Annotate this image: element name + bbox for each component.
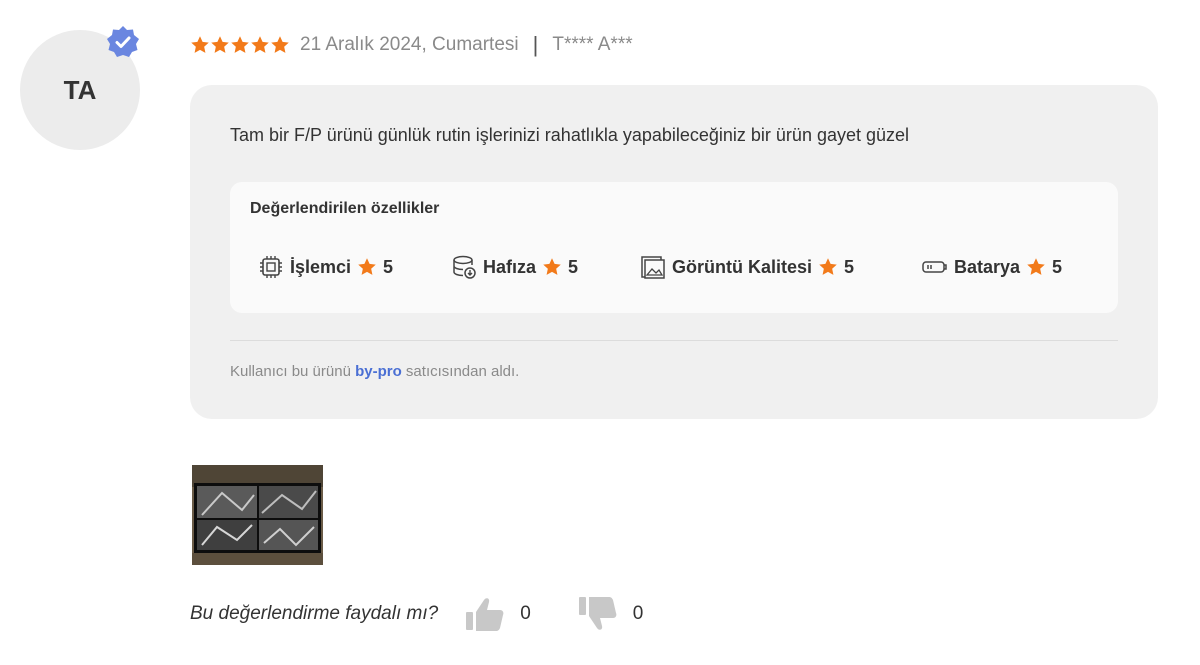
review-meta: 21 Aralık 2024, Cumartesi | T**** A***: [190, 32, 633, 58]
star-icon: [1027, 258, 1045, 275]
seller-prefix: Kullanıcı bu ürünü: [230, 363, 356, 380]
thumbs-down-icon: [578, 597, 617, 630]
review-photo-thumbnail[interactable]: [192, 465, 323, 565]
helpful-feedback: Bu değerlendirme faydalı mı? 0 0: [190, 597, 643, 631]
feature-score: 5: [844, 256, 855, 277]
seller-suffix: satıcısından aldı.: [401, 363, 520, 380]
review-date: 21 Aralık 2024, Cumartesi: [300, 34, 519, 55]
verified-badge-icon: [107, 26, 139, 57]
feature-score: 5: [568, 256, 579, 277]
thumbs-up-icon: [466, 598, 504, 631]
avatar-initials: TA: [63, 74, 97, 105]
star-icon: [251, 36, 269, 53]
star-icon: [358, 258, 376, 275]
reviewer-name: T**** A***: [552, 34, 633, 55]
tv-photo-image: [192, 465, 323, 565]
helpful-question: Bu değerlendirme faydalı mı?: [190, 603, 439, 624]
cpu-icon: [260, 256, 282, 278]
storage-icon: [453, 255, 476, 279]
review-text: Tam bir F/P ürünü günlük rutin işleriniz…: [230, 125, 910, 145]
star-icon: [819, 258, 837, 275]
features-title: Değerlendirilen özellikler: [250, 200, 440, 217]
seller-store-link[interactable]: by-pro: [355, 363, 402, 380]
star-icon: [191, 36, 209, 53]
battery-icon: [922, 261, 947, 273]
feature-label: Hafıza: [483, 256, 537, 277]
meta-separator: |: [532, 32, 539, 57]
helpful-no-count: 0: [632, 603, 644, 624]
rated-features-panel: Değerlendirilen özellikler İşlemci 5 Haf…: [230, 182, 1118, 313]
divider: [230, 340, 1118, 341]
seller-info: Kullanıcı bu ürünü by-pro satıcısından a…: [230, 363, 519, 380]
helpful-no-button[interactable]: 0: [577, 594, 644, 634]
image-icon: [641, 256, 665, 279]
feature-label: Batarya: [954, 256, 1021, 277]
feature-storage: Hafıza 5: [451, 254, 578, 280]
feature-cpu: İşlemci 5: [258, 254, 393, 280]
review-card: Tam bir F/P ürünü günlük rutin işleriniz…: [190, 85, 1158, 419]
star-icon: [271, 36, 289, 53]
feature-score: 5: [383, 256, 394, 277]
feature-label: Görüntü Kalitesi: [672, 256, 813, 277]
helpful-yes-button[interactable]: 0: [464, 594, 531, 634]
feature-label: İşlemci: [290, 256, 352, 277]
star-icon: [211, 36, 229, 53]
feature-image-quality: Görüntü Kalitesi 5: [640, 254, 854, 280]
star-icon: [543, 258, 561, 275]
star-icon: [231, 36, 249, 53]
feature-score: 5: [1052, 256, 1063, 277]
feature-battery: Batarya 5: [922, 254, 1062, 280]
helpful-yes-count: 0: [520, 603, 531, 624]
rating-stars: [190, 35, 290, 55]
